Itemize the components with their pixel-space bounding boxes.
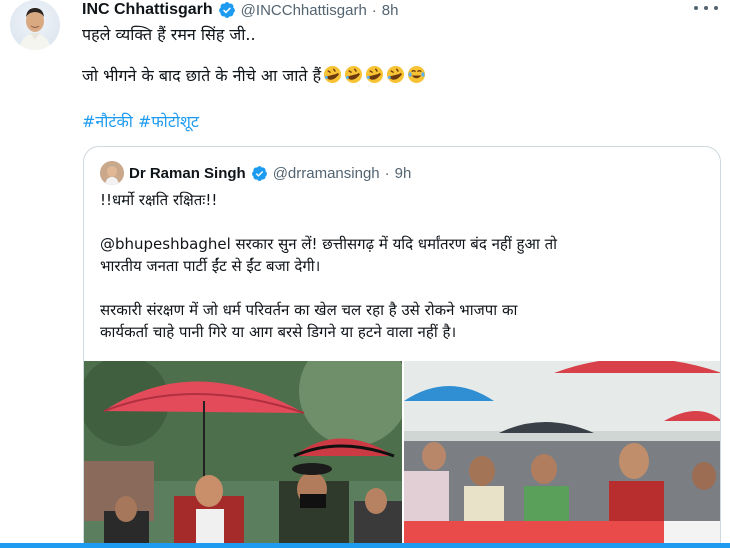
author-handle[interactable]: @INCChhattisgarh <box>241 2 367 19</box>
more-options-icon[interactable] <box>694 0 718 16</box>
tweet-text: जो भीगने के बाद छाते के नीचे आ जाते हैं <box>82 66 322 85</box>
author-avatar[interactable] <box>10 0 60 50</box>
separator: · <box>371 1 377 19</box>
separator: · <box>384 164 390 182</box>
quoted-text-line: कार्यकर्ता चाहे पानी गिरे या आग बरसे डिग… <box>100 323 457 341</box>
rolling-laughing-emoji-icon <box>324 65 342 84</box>
rolling-laughing-emoji-icon <box>345 65 363 84</box>
media-photo-left[interactable] <box>84 361 402 548</box>
tweet-text-line-with-emoji: जो भीगने के बाद छाते के नीचे आ जाते हैं <box>82 64 426 86</box>
quoted-tweet[interactable]: Dr Raman Singh @drramansingh · 9h !!धर्म… <box>83 146 721 548</box>
quoted-tweet-header: Dr Raman Singh @drramansingh · 9h <box>100 161 411 185</box>
quoted-media[interactable] <box>84 361 720 548</box>
quoted-text-line: @bhupeshbaghel सरकार सुन लें! छत्तीसगढ़ … <box>100 235 558 253</box>
media-photo-right[interactable] <box>404 361 720 548</box>
tweet-time[interactable]: 8h <box>382 2 399 19</box>
tears-of-joy-emoji-icon <box>408 65 426 84</box>
hashtag-link[interactable]: #नौटंकी <box>82 112 133 131</box>
rolling-laughing-emoji-icon <box>387 65 405 84</box>
verified-badge-icon <box>251 165 267 181</box>
quoted-tweet-time: 9h <box>394 164 412 182</box>
quoted-author-handle: @drramansingh <box>272 164 380 182</box>
tweet-header: INC Chhattisgarh @INCChhattisgarh · 8h <box>82 0 398 20</box>
emoji-group <box>323 65 426 84</box>
verified-badge-icon <box>218 2 235 18</box>
hashtag-link[interactable]: #फोटोशूट <box>138 112 199 131</box>
author-name[interactable]: INC Chhattisgarh <box>82 1 213 19</box>
quoted-text-line: सरकारी संरक्षण में जो धर्म परिवर्तन का ख… <box>100 301 518 319</box>
hashtags: #नौटंकी #फोटोशूट <box>82 110 204 132</box>
quoted-text-line: भारतीय जनता पार्टी ईंट से ईंट बजा देगी। <box>100 257 321 275</box>
tweet[interactable]: INC Chhattisgarh @INCChhattisgarh · 8h प… <box>0 0 730 548</box>
bottom-accent-bar <box>0 543 730 548</box>
tweet-text-line: पहले व्यक्ति हैं रमन सिंह जी.. <box>82 25 256 44</box>
quoted-author-avatar <box>100 161 124 185</box>
quoted-text-line: !!धर्मो रक्षति रक्षितः!! <box>100 191 218 209</box>
rolling-laughing-emoji-icon <box>366 65 384 84</box>
quoted-author-name: Dr Raman Singh <box>129 164 246 182</box>
